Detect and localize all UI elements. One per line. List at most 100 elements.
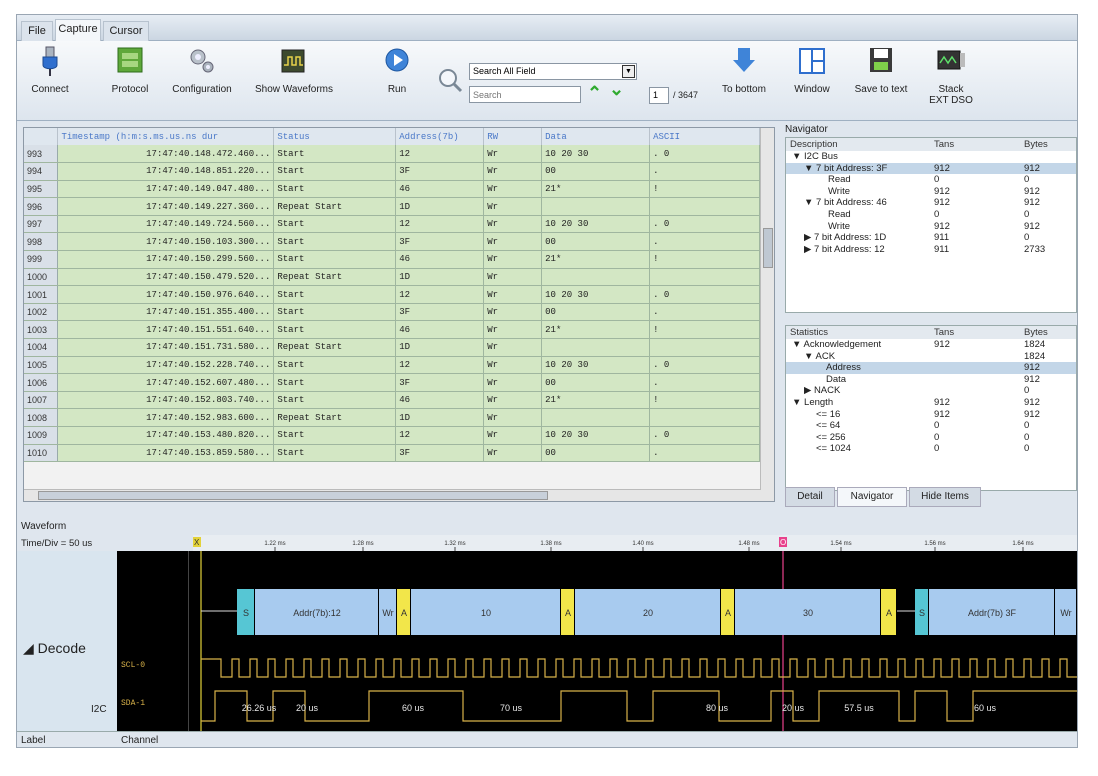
decode-segment[interactable]: S: [237, 589, 254, 635]
tree-item[interactable]: <= 16 912 912: [786, 409, 1076, 421]
tab-navigator[interactable]: Navigator: [837, 487, 907, 507]
tree-item[interactable]: ▼ Acknowledgement 912 1824: [786, 339, 1076, 351]
tree-item[interactable]: ▼ 7 bit Address: 3F 912 912: [786, 162, 1076, 175]
decode-segment[interactable]: 30: [735, 589, 880, 635]
tab-cursor[interactable]: Cursor: [103, 21, 149, 41]
page-number-input[interactable]: 1: [649, 87, 669, 104]
tree-item[interactable]: ▶ NACK 0: [786, 385, 1076, 397]
column-header[interactable]: Data: [541, 128, 651, 145]
table-row[interactable]: 1007 17:47:40.152.803.740... Start 46 Wr 21*!: [24, 391, 760, 410]
tree-item[interactable]: ▶ 7 bit Address: 1D 911 0: [786, 232, 1076, 244]
decode-segment[interactable]: Addr(7b) 3F: [929, 589, 1054, 635]
decode-segment[interactable]: A: [561, 589, 574, 635]
window-button[interactable]: Window: [789, 45, 835, 95]
scroll-thumb[interactable]: [38, 491, 548, 500]
search-scope-select[interactable]: Search All Field ▼: [469, 63, 637, 80]
chevron-down-icon[interactable]: ▼: [622, 65, 635, 78]
table-row[interactable]: 1000 17:47:40.150.479.520... Repeat Start 1…: [24, 268, 760, 287]
decode-segment[interactable]: A: [397, 589, 410, 635]
connect-button[interactable]: Connect: [25, 45, 75, 95]
tree-item[interactable]: Write 912 912: [786, 221, 1076, 233]
search-prev-icon[interactable]: ⌃: [587, 83, 602, 104]
horizontal-scrollbar[interactable]: [24, 489, 761, 501]
cursor-marker-o[interactable]: O: [779, 537, 787, 547]
table-cell: 17:47:40.153.480.820...: [57, 426, 275, 445]
tree-item[interactable]: Read 0 0: [786, 209, 1076, 221]
tab-capture[interactable]: Capture: [55, 19, 101, 42]
tree-item[interactable]: <= 256 0 0: [786, 432, 1076, 444]
decode-segment[interactable]: 10: [411, 589, 560, 635]
column-header[interactable]: ASCII: [649, 128, 760, 145]
tree-item[interactable]: <= 1024 0 0: [786, 443, 1076, 455]
table-row[interactable]: 996 17:47:40.149.227.360... Repeat Start 1D…: [24, 197, 760, 216]
column-header[interactable]: Timestamp (h:m:s.ms.us.ns dur: [57, 128, 275, 145]
decode-label[interactable]: ◢ Decode: [23, 640, 86, 657]
tree-header-cell[interactable]: Bytes: [1024, 138, 1048, 151]
tree-item[interactable]: <= 64 0 0: [786, 420, 1076, 432]
waveform-canvas[interactable]: S Addr(7b):12 Wr A 10 A 20 A 30 A S Addr(7b) 3F Wr 26…: [193, 551, 1078, 731]
tree-item[interactable]: Write 912 912: [786, 186, 1076, 198]
table-row[interactable]: 1001 17:47:40.150.976.640... Start 12 Wr 10 2…: [24, 285, 760, 304]
tree-header-cell[interactable]: Description: [790, 138, 838, 151]
column-header[interactable]: RW: [483, 128, 543, 145]
run-button[interactable]: Run: [379, 45, 415, 95]
scroll-thumb[interactable]: [763, 228, 773, 268]
tree-item-bytes: 1824: [1024, 339, 1046, 350]
usb-plug-icon: [42, 46, 58, 76]
table-cell: .: [649, 303, 760, 322]
time-div-selector[interactable]: Time/Div = 50 us: [21, 538, 92, 549]
table-row[interactable]: 1003 17:47:40.151.551.640... Start 46 Wr 21*!: [24, 320, 760, 340]
decode-segment[interactable]: Addr(7b):12: [255, 589, 378, 635]
table-row[interactable]: 1005 17:47:40.152.228.740... Start 12 Wr 10 2…: [24, 356, 760, 375]
decode-segment[interactable]: A: [721, 589, 734, 635]
search-input[interactable]: [469, 86, 581, 103]
tab-hide-items[interactable]: Hide Items: [909, 487, 981, 507]
tree-item[interactable]: ▼ 7 bit Address: 46 912 912: [786, 197, 1076, 209]
tree-item[interactable]: ▼ ACK 1824: [786, 351, 1076, 363]
cursor-marker-x[interactable]: X: [193, 537, 201, 547]
tree-item[interactable]: Address 912: [786, 362, 1076, 374]
decode-segment[interactable]: Wr: [1055, 589, 1076, 635]
table-row[interactable]: 999 17:47:40.150.299.560... Start 46 Wr 21*!: [24, 250, 760, 269]
tree-header-cell[interactable]: Tans: [934, 326, 954, 339]
decode-segment[interactable]: S: [915, 589, 928, 635]
search-next-icon[interactable]: ⌄: [609, 79, 624, 100]
decode-segment[interactable]: Wr: [379, 589, 396, 635]
tree-item[interactable]: ▶ 7 bit Address: 12 911 2733: [786, 244, 1076, 256]
tree-item[interactable]: Data 912: [786, 374, 1076, 386]
stack-ext-dso-button[interactable]: Stack EXT DSO: [927, 45, 975, 106]
tree-header-cell[interactable]: Statistics: [790, 326, 828, 339]
save-to-text-button[interactable]: Save to text: [853, 45, 909, 95]
configuration-button[interactable]: Configuration: [167, 45, 237, 95]
tree-item[interactable]: Read 0 0: [786, 174, 1076, 186]
column-header[interactable]: Address(7b): [395, 128, 485, 145]
tab-file[interactable]: File: [21, 21, 53, 41]
table-row[interactable]: 995 17:47:40.149.047.480... Start 46 Wr 21*!: [24, 180, 760, 199]
tree-item[interactable]: ▼ I2C Bus: [786, 151, 1076, 163]
tree-item-label: ▼ 7 bit Address: 46: [804, 197, 887, 209]
table-row[interactable]: 1010 17:47:40.153.859.580... Start 3F Wr 00.: [24, 444, 760, 463]
table-row[interactable]: 1004 17:47:40.151.731.580... Repeat Start 1…: [24, 338, 760, 357]
protocol-button[interactable]: Protocol: [105, 45, 155, 95]
table-row[interactable]: 1006 17:47:40.152.607.480... Start 3F Wr 00.: [24, 373, 760, 392]
table-row[interactable]: 1008 17:47:40.152.983.600... Repeat Start 1…: [24, 408, 760, 427]
decode-segment[interactable]: A: [881, 589, 896, 635]
table-row[interactable]: 1009 17:47:40.153.480.820... Start 12 Wr 10 2…: [24, 426, 760, 445]
table-row[interactable]: 993 17:47:40.148.472.460... Start 12 Wr 10 20…: [24, 145, 760, 164]
to-bottom-button[interactable]: To bottom: [717, 45, 771, 95]
decode-segment[interactable]: 20: [575, 589, 720, 635]
table-row[interactable]: 998 17:47:40.150.103.300... Start 3F Wr 00.: [24, 232, 760, 252]
tab-detail[interactable]: Detail: [785, 487, 835, 507]
row-number: 1005: [24, 356, 59, 375]
tree-item[interactable]: ▼ Length 912 912: [786, 397, 1076, 409]
table-row[interactable]: 994 17:47:40.148.851.220... Start 3F Wr 00.: [24, 162, 760, 181]
column-header[interactable]: Status: [273, 128, 397, 145]
table-row[interactable]: 997 17:47:40.149.724.560... Start 12 Wr 10 20…: [24, 215, 760, 234]
magnifier-icon[interactable]: [437, 67, 463, 93]
vertical-scrollbar[interactable]: [760, 128, 774, 501]
tree-header-cell[interactable]: Tans: [934, 138, 954, 151]
tree-header-cell[interactable]: Bytes: [1024, 326, 1048, 339]
table-cell: Wr: [483, 320, 543, 340]
show-waveforms-button[interactable]: Show Waveforms: [255, 45, 333, 95]
table-row[interactable]: 1002 17:47:40.151.355.400... Start 3F Wr 00.: [24, 303, 760, 322]
